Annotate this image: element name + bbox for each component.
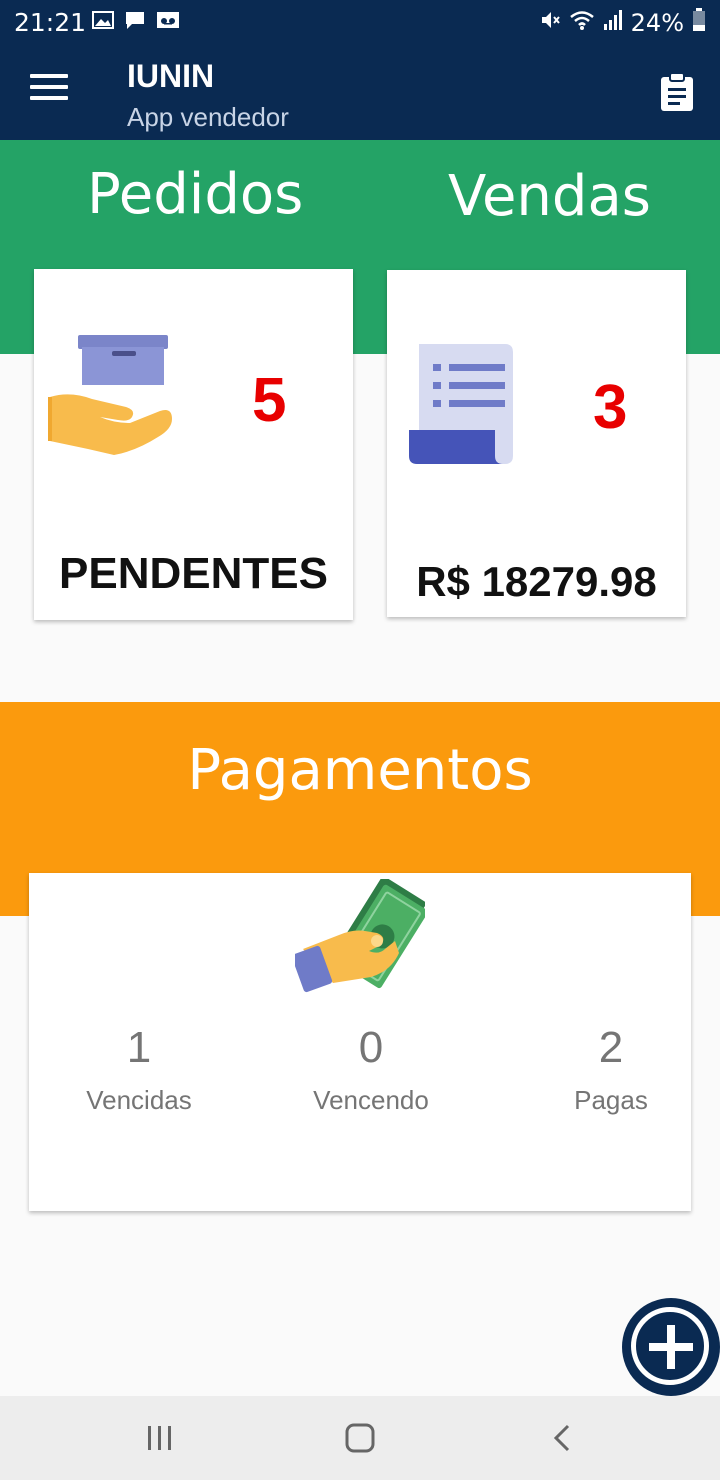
stat-pagas-label: Pagas — [574, 1085, 648, 1115]
stat-vencidas: 1 Vencidas — [39, 1023, 239, 1116]
clipboard-icon[interactable] — [660, 72, 694, 112]
app-bar: IUNIN App vendedor — [0, 44, 720, 140]
stat-vencendo-label: Vencendo — [313, 1085, 429, 1115]
recents-icon[interactable] — [146, 1418, 174, 1463]
receipt-icon — [407, 340, 523, 473]
back-icon[interactable] — [550, 1418, 574, 1463]
stat-vencendo: 0 Vencendo — [271, 1023, 471, 1116]
pagamentos-card[interactable]: 1 Vencidas 0 Vencendo 2 Pagas — [29, 873, 691, 1211]
mute-icon — [539, 9, 561, 37]
pedidos-label: PENDENTES — [59, 549, 328, 598]
vendas-count: 3 — [593, 373, 628, 442]
battery-icon — [692, 8, 706, 38]
pagamentos-title: Pagamentos — [187, 738, 533, 803]
pedidos-title: Pedidos — [87, 162, 304, 227]
package-hand-icon — [48, 333, 174, 464]
pedidos-card[interactable]: 5 PENDENTES — [34, 269, 353, 620]
add-button[interactable] — [622, 1298, 720, 1396]
stat-pagas-value: 2 — [598, 1023, 624, 1072]
vendas-card[interactable]: 3 R$ 18279.98 — [387, 270, 686, 617]
stat-vencidas-value: 1 — [126, 1023, 152, 1072]
message-icon — [124, 10, 146, 30]
vendas-total: R$ 18279.98 — [416, 558, 657, 605]
image-icon — [92, 10, 114, 30]
stat-vencendo-value: 0 — [358, 1023, 384, 1072]
pedidos-count: 5 — [252, 366, 287, 435]
status-bar: 21:21 24% — [0, 0, 720, 44]
vendas-title: Vendas — [448, 164, 651, 229]
voicemail-icon — [156, 10, 179, 30]
wifi-icon — [569, 9, 595, 37]
status-time: 21:21 — [14, 8, 87, 37]
money-hand-icon — [291, 876, 428, 1002]
battery-text: 24% — [630, 9, 684, 37]
menu-icon[interactable] — [30, 74, 68, 104]
app-subtitle: App vendedor — [127, 102, 289, 132]
home-icon[interactable] — [344, 1418, 378, 1463]
signal-icon — [603, 9, 623, 37]
stat-pagas: 2 Pagas — [511, 1023, 711, 1116]
system-nav-bar — [0, 1396, 720, 1480]
app-title: IUNIN — [127, 58, 215, 94]
stat-vencidas-label: Vencidas — [86, 1085, 192, 1115]
